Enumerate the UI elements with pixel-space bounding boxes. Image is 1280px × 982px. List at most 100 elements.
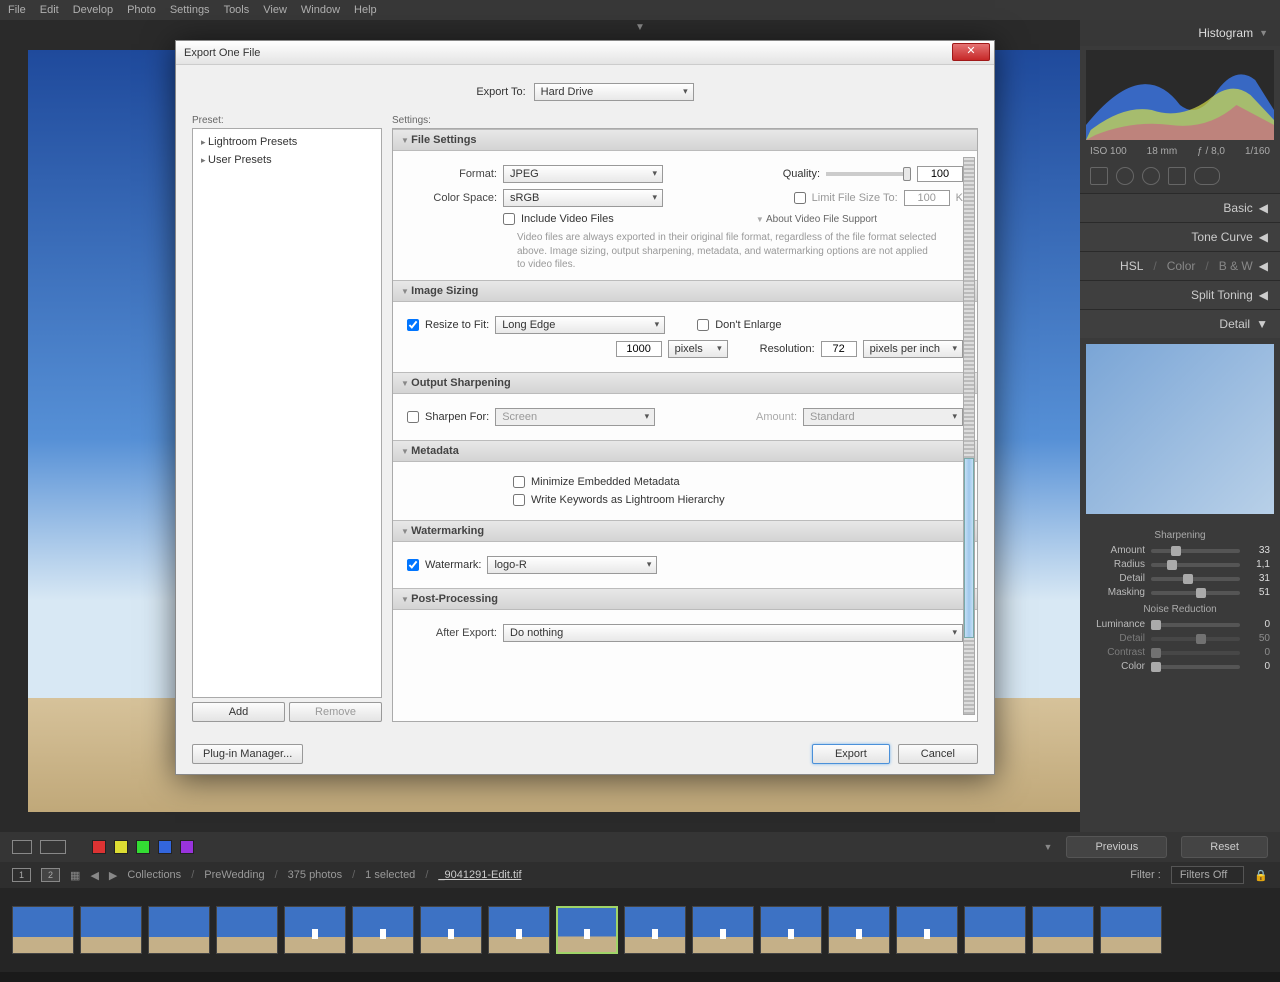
thumbnail[interactable] [488,906,550,954]
thumbnail[interactable] [80,906,142,954]
crumb-folder[interactable]: PreWedding [204,869,264,881]
menu-view[interactable]: View [263,4,287,16]
thumbnail[interactable] [828,906,890,954]
before-after-icon[interactable] [12,840,32,854]
dimension-input[interactable] [616,341,662,357]
slider-detail[interactable]: Detail31 [1090,573,1270,584]
remove-preset-button[interactable]: Remove [289,702,382,722]
slider-color[interactable]: Color0 [1090,661,1270,672]
panel-basic[interactable]: Basic◀ [1080,193,1280,222]
label-blue[interactable] [158,840,172,854]
view-mode-icon[interactable] [40,840,66,854]
section-output-sharpening[interactable]: Output Sharpening [393,372,977,394]
menu-tools[interactable]: Tools [224,4,250,16]
slider-contrast[interactable]: Contrast0 [1090,647,1270,658]
close-button[interactable]: ✕ [952,43,990,61]
thumbnail[interactable] [12,906,74,954]
sharpen-checkbox[interactable] [407,411,419,423]
resize-dropdown[interactable]: Long Edge [495,316,665,334]
thumbnail[interactable] [284,906,346,954]
thumbnail[interactable] [624,906,686,954]
panel-split-toning[interactable]: Split Toning◀ [1080,280,1280,309]
slider-radius[interactable]: Radius1,1 [1090,559,1270,570]
crumb-collections[interactable]: Collections [127,869,181,881]
cancel-button[interactable]: Cancel [898,744,978,764]
resize-checkbox[interactable] [407,319,419,331]
menu-window[interactable]: Window [301,4,340,16]
limit-size-checkbox[interactable] [794,192,806,204]
thumbnail[interactable] [352,906,414,954]
section-metadata[interactable]: Metadata [393,440,977,462]
section-image-sizing[interactable]: Image Sizing [393,280,977,302]
panel-hsl[interactable]: HSL/Color/B & W◀ [1080,251,1280,280]
menu-photo[interactable]: Photo [127,4,156,16]
panel-tone-curve[interactable]: Tone Curve◀ [1080,222,1280,251]
thumbnail[interactable] [556,906,618,954]
scrollbar[interactable] [963,157,975,715]
menu-settings[interactable]: Settings [170,4,210,16]
thumbnail[interactable] [896,906,958,954]
after-export-dropdown[interactable]: Do nothing [503,624,963,642]
label-green[interactable] [136,840,150,854]
label-red[interactable] [92,840,106,854]
menu-develop[interactable]: Develop [73,4,113,16]
grid-nav-2[interactable]: 2 [41,868,60,882]
minimize-metadata-checkbox[interactable] [513,476,525,488]
dimension-unit-dropdown[interactable]: pixels [668,340,728,358]
settings-scroll[interactable]: File Settings Format: JPEG Quality: [392,128,978,722]
video-support-toggle[interactable]: About Video File Support [756,214,877,225]
menu-file[interactable]: File [8,4,26,16]
thumbnail[interactable] [216,906,278,954]
grid-icon[interactable]: ▦ [70,869,80,882]
dont-enlarge-checkbox[interactable] [697,319,709,331]
label-purple[interactable] [180,840,194,854]
thumbnail[interactable] [964,906,1026,954]
format-dropdown[interactable]: JPEG [503,165,663,183]
watermark-checkbox[interactable] [407,559,419,571]
limit-size-input[interactable] [904,190,950,206]
filter-dropdown[interactable]: Filters Off [1171,866,1244,884]
section-watermarking[interactable]: Watermarking [393,520,977,542]
histogram-header[interactable]: Histogram▼ [1080,20,1280,46]
brush-tool-icon[interactable] [1194,167,1220,185]
gradient-tool-icon[interactable] [1168,167,1186,185]
dropdown-icon[interactable]: ▼ [1044,842,1053,852]
thumbnail[interactable] [420,906,482,954]
crop-tool-icon[interactable] [1090,167,1108,185]
add-preset-button[interactable]: Add [192,702,285,722]
watermark-dropdown[interactable]: logo-R [487,556,657,574]
thumbnail[interactable] [1032,906,1094,954]
crumb-filename[interactable]: _9041291-Edit.tif [438,869,521,881]
thumbnail[interactable] [148,906,210,954]
keywords-hierarchy-checkbox[interactable] [513,494,525,506]
section-post-processing[interactable]: Post-Processing [393,588,977,610]
resolution-unit-dropdown[interactable]: pixels per inch [863,340,963,358]
previous-button[interactable]: Previous [1066,836,1167,858]
menu-help[interactable]: Help [354,4,377,16]
slider-detail[interactable]: Detail50 [1090,633,1270,644]
plugin-manager-button[interactable]: Plug-in Manager... [192,744,303,764]
quality-slider[interactable] [826,172,911,176]
quality-input[interactable] [917,166,963,182]
include-video-checkbox[interactable] [503,213,515,225]
label-yellow[interactable] [114,840,128,854]
thumbnail[interactable] [1100,906,1162,954]
panel-detail[interactable]: Detail▼ [1080,309,1280,338]
spot-tool-icon[interactable] [1116,167,1134,185]
filter-lock-icon[interactable]: 🔒 [1254,869,1268,882]
menu-edit[interactable]: Edit [40,4,59,16]
section-file-settings[interactable]: File Settings [393,129,977,151]
preset-lightroom[interactable]: Lightroom Presets [197,133,377,151]
slider-masking[interactable]: Masking51 [1090,587,1270,598]
preset-list[interactable]: Lightroom Presets User Presets [192,128,382,698]
grid-nav-1[interactable]: 1 [12,868,31,882]
prev-icon[interactable]: ◀ [90,869,98,882]
reset-button[interactable]: Reset [1181,836,1268,858]
scrollbar-thumb[interactable] [964,458,974,638]
redeye-tool-icon[interactable] [1142,167,1160,185]
export-to-dropdown[interactable]: Hard Drive [534,83,694,101]
thumbnail[interactable] [760,906,822,954]
thumbnail[interactable] [692,906,754,954]
export-button[interactable]: Export [812,744,890,764]
resolution-input[interactable] [821,341,857,357]
